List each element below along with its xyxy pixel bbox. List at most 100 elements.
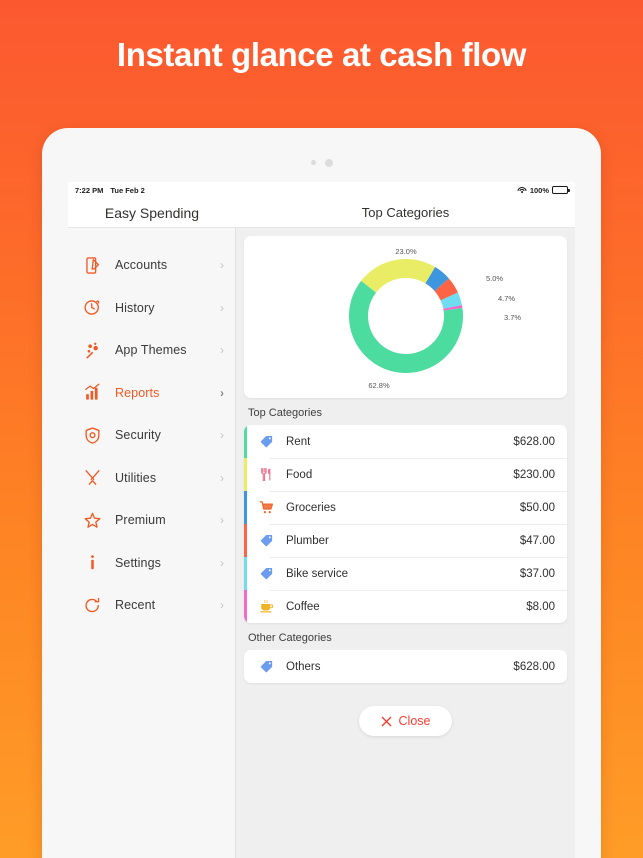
sidebar-item-accounts[interactable]: Accounts › <box>68 244 235 287</box>
paint-splash-icon <box>82 340 103 361</box>
coffee-cup-icon <box>256 597 276 617</box>
chevron-right-icon: › <box>220 300 224 315</box>
donut-percent-label: 4.7% <box>498 294 515 303</box>
category-row[interactable]: Plumber $47.00 <box>244 524 567 557</box>
category-color-bar <box>244 458 247 491</box>
chevron-right-icon: › <box>220 343 224 358</box>
category-amount: $47.00 <box>519 534 555 547</box>
main-content: 62.8% 23.0% 5.0% 4.7% 3.7% Top Categories Re… <box>236 228 575 858</box>
shield-lock-icon <box>82 425 103 446</box>
tag-icon <box>256 564 276 584</box>
category-name: Groceries <box>286 501 336 514</box>
donut-percent-label: 3.7% <box>504 313 521 322</box>
chevron-right-icon: › <box>220 258 224 273</box>
category-color-bar <box>244 425 247 458</box>
info-icon <box>82 552 103 573</box>
promo-screenshot: Instant glance at cash flow 7:22 PM Tue … <box>0 0 643 858</box>
donut-percent-label: 23.0% <box>395 247 417 256</box>
category-row[interactable]: Coffee $8.00 <box>244 590 567 623</box>
battery-percent-label: 100% <box>529 185 549 195</box>
category-amount: $628.00 <box>513 435 555 448</box>
nav-bar: Easy Spending Top Categories <box>68 198 575 228</box>
category-name: Bike service <box>286 567 348 580</box>
category-name: Rent <box>286 435 311 448</box>
category-amount: $230.00 <box>513 468 555 481</box>
sidebar-item-label: Utilities <box>115 470 157 485</box>
star-icon <box>82 510 103 531</box>
refresh-icon <box>82 595 103 616</box>
category-row[interactable]: Others $628.00 <box>244 650 567 683</box>
chevron-right-icon: › <box>220 555 224 570</box>
close-x-icon <box>381 716 391 726</box>
tools-icon <box>82 467 103 488</box>
category-color-bar <box>244 491 247 524</box>
other-categories-list: Others $628.00 <box>244 650 567 683</box>
category-row[interactable]: Food $230.00 <box>244 458 567 491</box>
category-color-bar <box>244 590 247 623</box>
category-name: Plumber <box>286 534 329 547</box>
category-amount: $8.00 <box>526 600 555 613</box>
sidebar-item-label: Settings <box>115 555 161 570</box>
category-row[interactable]: Rent $628.00 <box>244 425 567 458</box>
status-date: Tue Feb 2 <box>110 185 145 195</box>
category-name: Coffee <box>286 600 320 613</box>
status-indicators: 100% <box>517 185 570 195</box>
sidebar-item-security[interactable]: Security › <box>68 414 235 457</box>
tag-icon <box>256 657 276 677</box>
promo-headline: Instant glance at cash flow <box>116 36 527 73</box>
chevron-right-icon: › <box>220 598 224 613</box>
category-color-bar <box>244 650 247 683</box>
chevron-right-icon: › <box>220 470 224 485</box>
app-title: Easy Spending <box>104 204 200 221</box>
battery-full-icon <box>552 186 570 194</box>
sidebar-item-premium[interactable]: Premium › <box>68 499 235 542</box>
category-name: Others <box>286 660 321 673</box>
cutlery-icon <box>256 465 276 485</box>
sidebar-item-label: Premium <box>115 513 166 528</box>
wifi-icon <box>517 186 527 194</box>
sidebar-item-app-themes[interactable]: App Themes › <box>68 329 235 372</box>
sidebar-item-recent[interactable]: Recent › <box>68 584 235 627</box>
category-color-bar <box>244 524 247 557</box>
chevron-right-icon: › <box>220 428 224 443</box>
category-color-bar <box>244 557 247 590</box>
other-categories-heading: Other Categories <box>248 632 332 644</box>
donut-percent-label: 62.8% <box>368 381 390 390</box>
top-categories-list: Rent $628.00 Food $230.00 Groceries $50.00 Plu… <box>244 425 567 623</box>
category-amount: $37.00 <box>519 567 555 580</box>
sidebar-item-settings[interactable]: Settings › <box>68 542 235 585</box>
status-bar: 7:22 PM Tue Feb 2 100% <box>68 182 575 198</box>
tag-icon <box>256 432 276 452</box>
device-screen: 7:22 PM Tue Feb 2 100% Easy Spending Top… <box>68 182 575 858</box>
sidebar: Accounts › History › App Themes › Reports › Secu… <box>68 228 236 858</box>
device-sensor-dots <box>42 154 601 172</box>
page-title: Top Categories <box>361 205 450 220</box>
chevron-right-icon: › <box>220 513 224 528</box>
sidebar-item-history[interactable]: History › <box>68 287 235 330</box>
category-name: Food <box>286 468 313 481</box>
category-amount: $628.00 <box>513 660 555 673</box>
close-button-label: Close <box>398 714 431 728</box>
sidebar-item-label: Accounts <box>115 258 168 273</box>
sidebar-item-label: History <box>115 300 155 315</box>
camera-dot-icon <box>324 158 333 167</box>
status-time: 7:22 PM <box>75 185 104 195</box>
category-row[interactable]: Bike service $37.00 <box>244 557 567 590</box>
clock-history-icon <box>82 297 103 318</box>
close-button-container: Close <box>244 683 567 736</box>
donut-slice-food <box>360 259 435 293</box>
donut-chart-card: 62.8% 23.0% 5.0% 4.7% 3.7% <box>244 236 567 398</box>
note-edit-icon <box>82 255 103 276</box>
sensor-dot-icon <box>310 160 316 166</box>
donut-percent-label: 5.0% <box>486 274 503 283</box>
close-button[interactable]: Close <box>358 706 453 736</box>
category-row[interactable]: Groceries $50.00 <box>244 491 567 524</box>
sidebar-item-label: App Themes <box>115 343 187 358</box>
sidebar-item-label: Reports <box>115 385 160 400</box>
sidebar-item-utilities[interactable]: Utilities › <box>68 457 235 500</box>
sidebar-item-reports[interactable]: Reports › <box>68 372 235 415</box>
shopping-cart-icon <box>256 498 276 518</box>
sidebar-item-label: Security <box>115 428 161 443</box>
bar-chart-icon <box>82 382 103 403</box>
category-amount: $50.00 <box>519 501 555 514</box>
